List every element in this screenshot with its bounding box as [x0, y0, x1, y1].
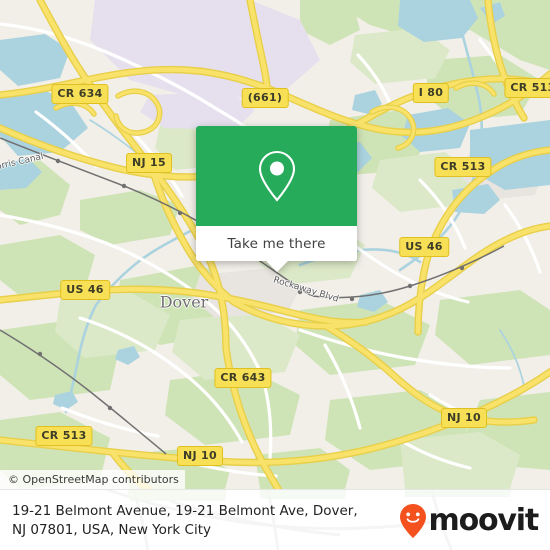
osm-attribution[interactable]: © OpenStreetMap contributors — [0, 470, 185, 489]
footer-content: 19-21 Belmont Avenue, 19-21 Belmont Ave,… — [0, 490, 550, 550]
popup-pointer — [265, 261, 288, 272]
popup-header — [196, 126, 357, 226]
place-label-dover: Dover — [159, 292, 209, 312]
road-shield-cr-634[interactable]: CR 634 — [51, 84, 109, 104]
road-shield-us-46-left[interactable]: US 46 — [60, 280, 110, 300]
map-pin-icon — [258, 150, 295, 202]
popup-action[interactable]: Take me there — [196, 226, 357, 261]
address-line-1: 19-21 Belmont Avenue, 19-21 Belmont Ave,… — [12, 502, 358, 519]
moovit-wordmark: moovit — [428, 502, 540, 538]
osm-attribution-text: © OpenStreetMap contributors — [8, 473, 179, 486]
road-shield-nj-10-left[interactable]: NJ 10 — [177, 446, 223, 466]
map-canvas[interactable]: Dover Morris Canal Rockaway Blvd CR 634 … — [0, 0, 550, 489]
road-shield-cr-643[interactable]: CR 643 — [214, 368, 272, 388]
road-shield-661[interactable]: (661) — [241, 88, 289, 108]
road-shield-cr-513-mid[interactable]: CR 513 — [434, 157, 492, 177]
road-shield-cr-513-top[interactable]: CR 513 — [504, 78, 550, 98]
moovit-pin-icon — [399, 503, 426, 538]
address-line-2: NJ 07801, USA, New York City — [12, 521, 211, 538]
road-shield-nj-15[interactable]: NJ 15 — [126, 153, 172, 173]
road-shield-nj-10-right[interactable]: NJ 10 — [441, 408, 487, 428]
popup-body: Take me there — [196, 126, 357, 261]
footer-bar: 19-21 Belmont Avenue, 19-21 Belmont Ave,… — [0, 489, 550, 550]
road-shield-cr-513-bottom[interactable]: CR 513 — [35, 426, 93, 446]
map-screenshot: Dover Morris Canal Rockaway Blvd CR 634 … — [0, 0, 550, 550]
road-shield-us-46-right[interactable]: US 46 — [399, 237, 449, 257]
road-shield-i-80[interactable]: I 80 — [412, 83, 450, 103]
location-address: 19-21 Belmont Avenue, 19-21 Belmont Ave,… — [12, 502, 358, 540]
moovit-logo[interactable]: moovit — [399, 502, 540, 539]
take-me-there-label: Take me there — [227, 235, 326, 252]
location-popup-card[interactable]: Take me there — [196, 126, 357, 272]
